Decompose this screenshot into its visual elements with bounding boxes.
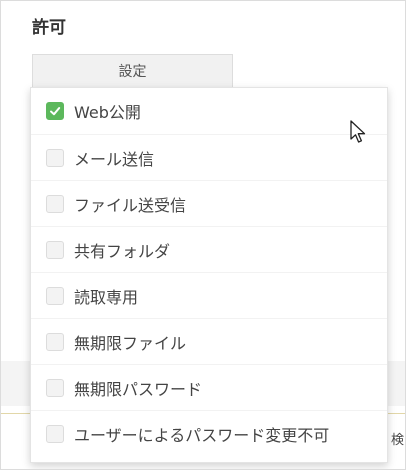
option-unlimited-password[interactable]: 無期限パスワード bbox=[31, 364, 387, 410]
option-label: ファイル送受信 bbox=[74, 195, 187, 215]
option-checkbox[interactable] bbox=[46, 332, 64, 351]
option-label: 読取専用 bbox=[74, 287, 139, 307]
option-read-only[interactable]: 読取専用 bbox=[31, 272, 387, 318]
option-label: 共有フォルダ bbox=[74, 241, 171, 261]
option-checkbox[interactable] bbox=[46, 102, 64, 120]
option-checkbox[interactable] bbox=[46, 424, 64, 443]
option-shared-folder[interactable]: 共有フォルダ bbox=[31, 226, 387, 272]
mouse-pointer-icon bbox=[350, 120, 366, 143]
option-email-send[interactable]: メール送信 bbox=[31, 134, 387, 180]
option-label: 無期限ファイル bbox=[74, 333, 187, 353]
background-partial-text: 検 bbox=[391, 433, 405, 448]
option-label: ユーザーによるパスワード変更不可 bbox=[74, 425, 330, 445]
option-label: Web公開 bbox=[74, 103, 141, 122]
option-label: メール送信 bbox=[74, 149, 155, 169]
checkmark-icon bbox=[50, 107, 61, 116]
option-file-transfer[interactable]: ファイル送受信 bbox=[31, 180, 387, 226]
option-checkbox[interactable] bbox=[46, 286, 64, 305]
option-label: 無期限パスワード bbox=[74, 379, 203, 399]
option-checkbox[interactable] bbox=[46, 378, 64, 397]
settings-button-label: 設定 bbox=[118, 64, 147, 80]
settings-button[interactable]: 設定 bbox=[32, 54, 233, 88]
option-checkbox[interactable] bbox=[46, 148, 64, 167]
permissions-panel: 許可 設定 検 Web公開 メール送信 ファイル送受信 共有フォルダ 読取専用 … bbox=[0, 0, 406, 470]
option-unlimited-file[interactable]: 無期限ファイル bbox=[31, 318, 387, 364]
option-no-password-change[interactable]: ユーザーによるパスワード変更不可 bbox=[31, 410, 387, 456]
option-checkbox[interactable] bbox=[46, 194, 64, 213]
permissions-label: 許可 bbox=[32, 18, 66, 38]
permissions-dropdown: Web公開 メール送信 ファイル送受信 共有フォルダ 読取専用 無期限ファイル … bbox=[30, 87, 388, 463]
option-checkbox[interactable] bbox=[46, 240, 64, 259]
option-web-publish[interactable]: Web公開 bbox=[31, 88, 387, 134]
